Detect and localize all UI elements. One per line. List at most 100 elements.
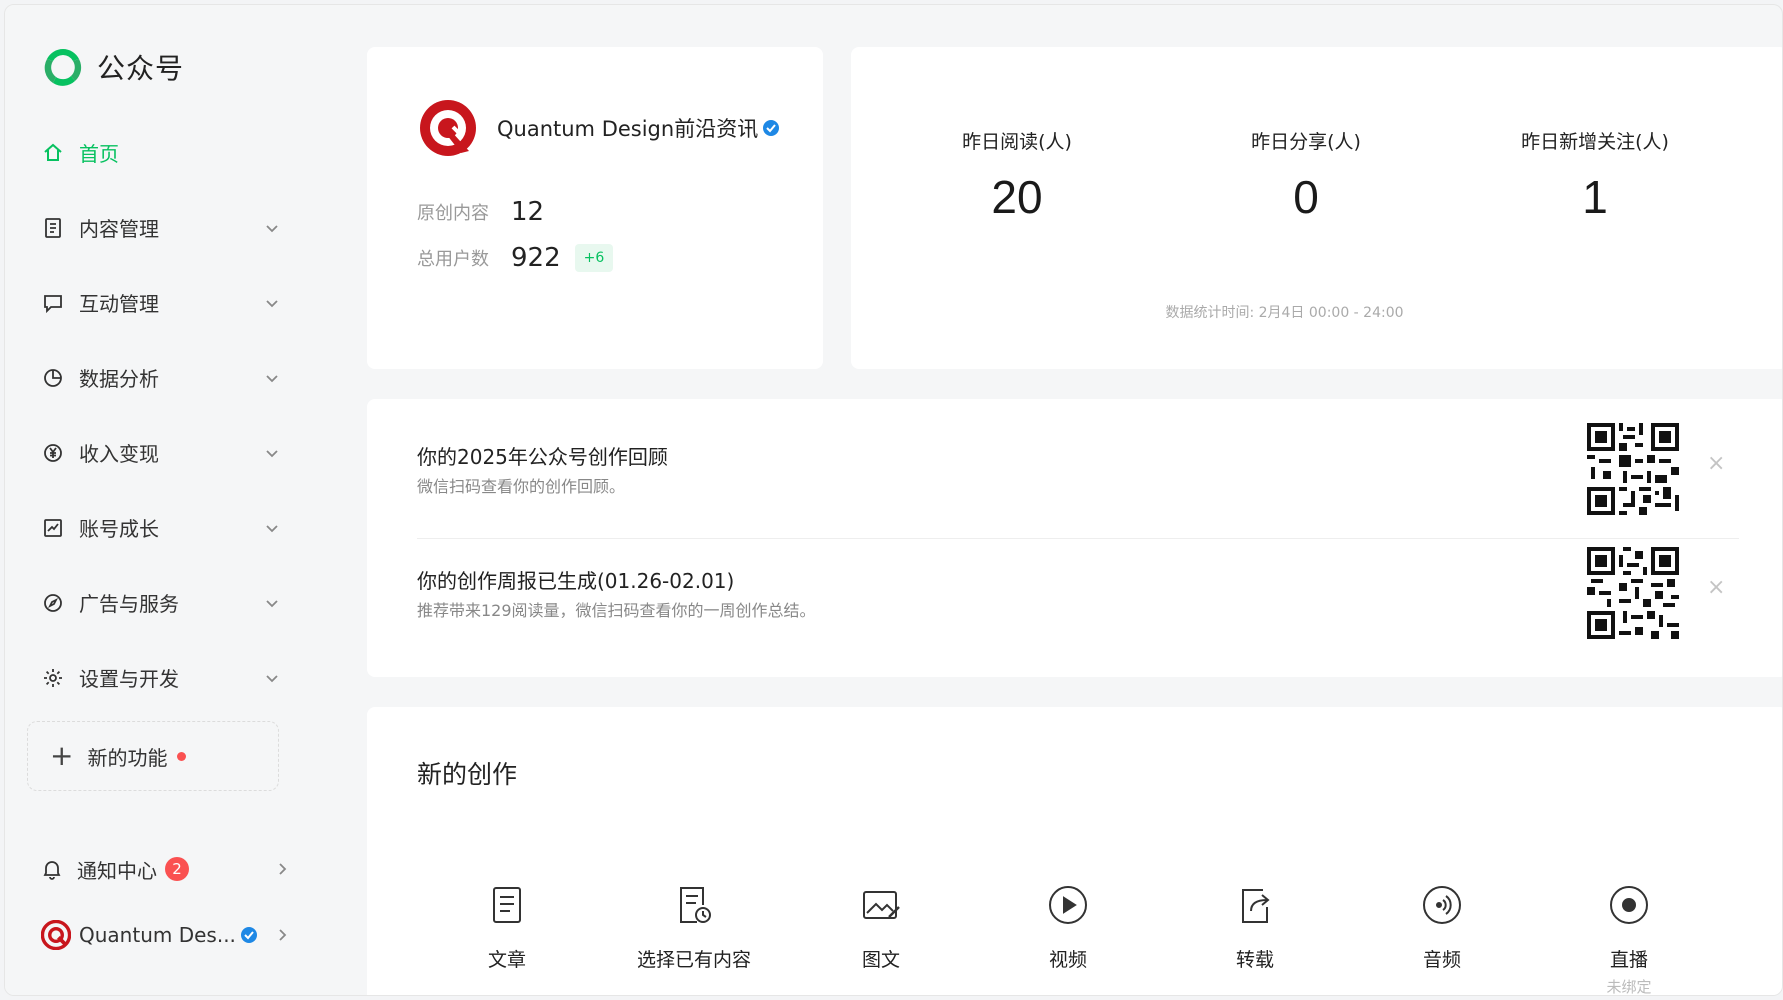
sidebar-nav: 首页 内容管理 互动管理 数据分析 收入变现 账号成长 广告与服务 设置与开发 — [41, 115, 281, 715]
chevron-right-icon — [279, 863, 287, 875]
notice-item: 你的2025年公众号创作回顾 微信扫码查看你的创作回顾。 × — [417, 399, 1739, 538]
account-header[interactable]: Quantum Design前沿资讯 — [417, 97, 780, 159]
create-item-label: 视频 — [1048, 949, 1087, 971]
original-content-label: 原创内容 — [417, 203, 489, 224]
account-switcher[interactable]: Quantum Des... — [41, 915, 291, 955]
original-content-value: 12 — [511, 197, 545, 227]
create-item-label: 转载 — [1235, 949, 1274, 971]
stat-follows-label: 昨日新增关注(人) — [1521, 131, 1669, 153]
repost-icon — [1242, 889, 1270, 923]
stats-time-note: 数据统计时间: 2月4日 00:00 - 24:00 — [1165, 305, 1404, 321]
chevron-down-icon — [266, 524, 278, 532]
notice-title: 你的2025年公众号创作回顾 — [417, 445, 668, 469]
new-dot-indicator — [177, 751, 187, 761]
account-avatar — [41, 920, 71, 950]
stat-reads-value: 20 — [991, 171, 1043, 223]
sidebar-item-settings[interactable]: 设置与开发 — [41, 640, 281, 715]
audio-icon — [1423, 886, 1461, 924]
chevron-down-icon — [266, 374, 278, 382]
total-users-label: 总用户数 — [417, 249, 489, 270]
stat-follows[interactable]: 昨日新增关注(人) 1 — [1455, 127, 1735, 224]
notification-center[interactable]: 通知中心 2 — [41, 849, 291, 889]
growth-chart-icon — [41, 516, 65, 540]
create-repost-button[interactable]: 转载 — [1180, 883, 1330, 972]
sidebar-item-label: 广告与服务 — [79, 592, 179, 616]
chevron-down-icon — [266, 599, 278, 607]
document-icon — [41, 216, 65, 240]
create-item-label: 文章 — [487, 949, 526, 971]
brand[interactable]: 公众号 — [41, 45, 184, 89]
sidebar-item-label: 互动管理 — [79, 292, 159, 316]
sidebar-item-label: 数据分析 — [79, 367, 159, 391]
new-feature-label: 新的功能 — [87, 745, 168, 770]
image-text-icon — [863, 891, 900, 919]
sidebar-item-label: 账号成长 — [79, 517, 159, 541]
pie-chart-icon — [41, 366, 65, 390]
article-icon — [493, 887, 521, 923]
total-users-row: 总用户数 922 +6 — [417, 243, 614, 273]
create-live-button[interactable]: 直播 未绑定 — [1554, 883, 1704, 996]
create-card: 新的创作 文章 选择已有内容 图文 视频 转载 音频 直播 未绑定 — [367, 707, 1782, 996]
users-delta-badge: +6 — [574, 244, 614, 272]
stat-follows-value: 1 — [1582, 171, 1608, 223]
chevron-right-icon — [279, 929, 287, 941]
create-item-label: 选择已有内容 — [636, 949, 751, 971]
stats-card: 昨日阅读(人) 20 昨日分享(人) 0 昨日新增关注(人) 1 数据统计时间:… — [851, 47, 1782, 369]
sidebar-item-label: 内容管理 — [79, 217, 159, 241]
close-notice-button[interactable]: × — [1707, 575, 1725, 600]
create-video-button[interactable]: 视频 — [993, 883, 1143, 972]
sidebar-item-content[interactable]: 内容管理 — [41, 190, 281, 265]
verified-icon — [763, 120, 780, 136]
sidebar-item-home[interactable]: 首页 — [41, 115, 281, 190]
notice-desc: 推荐带来129阅读量，微信扫码查看你的一周创作总结。 — [417, 601, 816, 620]
gear-icon — [41, 666, 65, 690]
close-notice-button[interactable]: × — [1707, 451, 1725, 476]
plus-icon: + — [50, 739, 74, 772]
wechat-official-account-logo-icon — [44, 49, 82, 86]
account-name: Quantum Design前沿资讯 — [497, 113, 780, 143]
chat-icon — [41, 291, 65, 315]
yen-icon — [41, 441, 65, 465]
sidebar: 公众号 首页 内容管理 互动管理 数据分析 收入变现 账号成长 广告与服务 设置… — [5, 5, 325, 995]
existing-content-icon — [680, 887, 711, 923]
notice-card: 你的2025年公众号创作回顾 微信扫码查看你的创作回顾。 × 你的创作周报已生成… — [367, 399, 1782, 677]
create-item-label: 直播 — [1609, 949, 1648, 971]
stat-shares[interactable]: 昨日分享(人) 0 — [1166, 127, 1446, 224]
sidebar-item-label: 收入变现 — [79, 442, 159, 466]
verified-icon — [240, 927, 257, 943]
account-card: Quantum Design前沿资讯 原创内容 12 总用户数 922 +6 — [367, 47, 823, 369]
live-icon — [1610, 886, 1648, 924]
app-title: 公众号 — [97, 52, 185, 85]
create-existing-button[interactable]: 选择已有内容 — [619, 883, 769, 972]
notice-desc: 微信扫码查看你的创作回顾。 — [417, 477, 626, 496]
sidebar-item-interaction[interactable]: 互动管理 — [41, 265, 281, 340]
sidebar-item-growth[interactable]: 账号成长 — [41, 490, 281, 565]
live-unbound-status: 未绑定 — [1606, 978, 1652, 996]
create-article-button[interactable]: 文章 — [432, 883, 582, 972]
stat-shares-label: 昨日分享(人) — [1251, 131, 1361, 153]
create-image-text-button[interactable]: 图文 — [806, 883, 956, 972]
chevron-down-icon — [266, 674, 278, 682]
bell-icon — [43, 861, 61, 880]
sidebar-item-monetization[interactable]: 收入变现 — [41, 415, 281, 490]
create-audio-button[interactable]: 音频 — [1367, 883, 1517, 972]
chevron-down-icon — [266, 299, 278, 307]
original-content-row: 原创内容 12 — [417, 197, 544, 227]
stat-shares-value: 0 — [1293, 171, 1319, 223]
sidebar-item-label: 首页 — [79, 142, 119, 166]
new-feature-button[interactable]: + 新的功能 — [27, 721, 279, 791]
stat-reads[interactable]: 昨日阅读(人) 20 — [877, 127, 1157, 224]
notification-label: 通知中心 — [77, 858, 157, 883]
home-icon — [41, 141, 65, 165]
sidebar-item-ads[interactable]: 广告与服务 — [41, 565, 281, 640]
video-icon — [1049, 886, 1087, 924]
create-item-label: 图文 — [861, 949, 900, 971]
sidebar-item-analytics[interactable]: 数据分析 — [41, 340, 281, 415]
qr-code-icon — [1587, 547, 1679, 639]
app-window: 公众号 首页 内容管理 互动管理 数据分析 收入变现 账号成长 广告与服务 设置… — [4, 4, 1783, 996]
create-item-label: 音频 — [1422, 949, 1461, 971]
qr-code-icon — [1587, 423, 1679, 515]
total-users-value: 922 — [511, 243, 561, 273]
stat-reads-label: 昨日阅读(人) — [962, 131, 1072, 153]
notice-item: 你的创作周报已生成(01.26-02.01) 推荐带来129阅读量，微信扫码查看… — [417, 538, 1739, 677]
